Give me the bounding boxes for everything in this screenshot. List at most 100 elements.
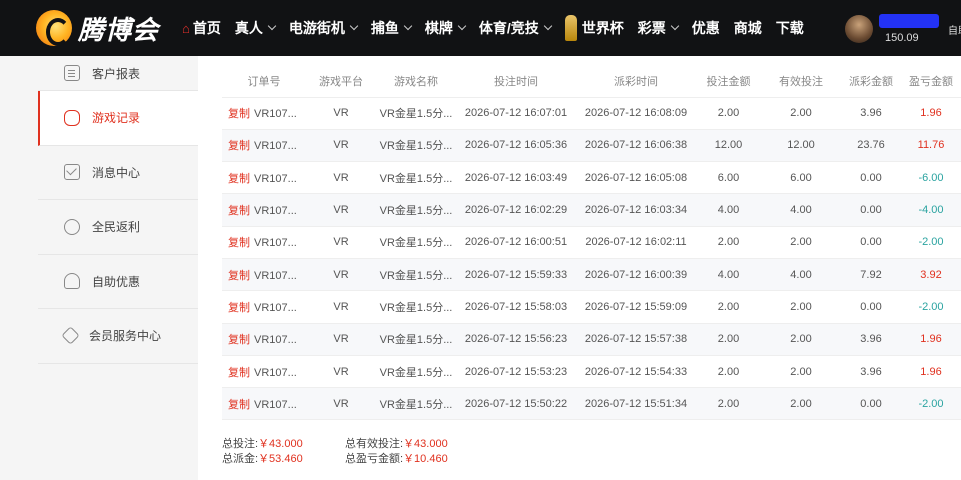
bet-time-cell: 2026-07-12 16:00:51 <box>456 226 576 259</box>
sidebar-item-4[interactable]: 自助优惠 <box>38 254 198 309</box>
table-row: 复制 VR107... VR VR金星1.5分... 2026-07-12 16:03:… <box>222 161 961 195</box>
game-records-panel: 订单号 游戏平台 游戏名称 投注时间 派彩时间 投注金额 有效投注 派彩金额 盈亏金额 复制 VR… <box>198 56 961 480</box>
table-row: 复制 VR107... VR VR金星1.5分... 2026-07-12 16:05:… <box>222 129 961 163</box>
valid-cell: 12.00 <box>761 129 841 163</box>
nav-item-5[interactable]: 体育/竞技 <box>479 18 552 38</box>
order-number: VR107... <box>254 398 297 411</box>
game-cell: VR金星1.5分... <box>376 129 456 163</box>
copy-button[interactable]: 复制 <box>228 270 250 282</box>
bet-time-cell: 2026-07-12 15:59:33 <box>456 258 576 292</box>
nav-item-3[interactable]: 捕鱼 <box>371 18 413 38</box>
bet-cell: 12.00 <box>696 129 761 163</box>
nav-item-10[interactable]: 下载 <box>776 18 804 38</box>
game-cell: VR金星1.5分... <box>376 226 456 259</box>
nav-item-8[interactable]: 优惠 <box>692 18 720 38</box>
table-row: 复制 VR107... VR VR金星1.5分... 2026-07-12 15:53:… <box>222 355 961 389</box>
game-cell: VR金星1.5分... <box>376 387 456 421</box>
sidebar-item-0[interactable]: 客户报表 <box>38 56 198 91</box>
copy-button[interactable]: 复制 <box>228 173 250 185</box>
profit-cell: -6.00 <box>901 161 961 195</box>
nav-item-7[interactable]: 彩票 <box>637 18 679 38</box>
profit-cell: 1.96 <box>901 323 961 356</box>
game-cell: VR金星1.5分... <box>376 290 456 324</box>
copy-button[interactable]: 复制 <box>228 334 250 346</box>
order-number: VR107... <box>254 301 297 314</box>
table-row: 复制 VR107... VR VR金星1.5分... 2026-07-12 15:56:… <box>222 323 961 356</box>
order-number: VR107... <box>254 140 297 153</box>
home-icon: ⌂ <box>182 20 190 36</box>
nav-item-4[interactable]: 棋牌 <box>425 18 467 38</box>
nav-item-1[interactable]: 真人 <box>235 18 277 38</box>
chevron-down-icon <box>403 21 413 31</box>
brand-logo[interactable]: 腾博会 <box>36 8 166 48</box>
bet-time-cell: 2026-07-12 16:07:01 <box>456 97 576 130</box>
nav-item-2[interactable]: 电游街机 <box>289 18 359 38</box>
nav-item-9[interactable]: 商城 <box>734 18 762 38</box>
chevron-down-icon <box>457 21 467 31</box>
sidebar-item-1[interactable]: 游戏记录 <box>38 91 198 146</box>
copy-button[interactable]: 复制 <box>228 205 250 217</box>
copy-button[interactable]: 复制 <box>228 140 250 152</box>
user-info: 150.09 <box>879 14 939 44</box>
nav-item-0[interactable]: ⌂ 首页 <box>182 18 221 38</box>
payout-time-cell: 2026-07-12 15:59:09 <box>576 290 696 324</box>
order-number: VR107... <box>254 237 297 250</box>
bet-cell: 2.00 <box>696 355 761 389</box>
copy-button[interactable]: 复制 <box>228 302 250 314</box>
copy-button[interactable]: 复制 <box>228 399 250 411</box>
column-header: 投注时间 <box>456 65 576 98</box>
table-row: 复制 VR107... VR VR金星1.5分... 2026-07-12 16:00:… <box>222 226 961 259</box>
copy-button[interactable]: 复制 <box>228 367 250 379</box>
order-cell: 复制 VR107... <box>222 387 306 421</box>
chevron-down-icon <box>670 21 679 31</box>
sidebar-item-3[interactable]: 全民返利 <box>38 200 198 255</box>
nav-label: 彩票 <box>637 20 666 36</box>
document-icon <box>64 65 80 81</box>
copy-button[interactable]: 复制 <box>228 108 250 120</box>
sidebar-item-label: 消息中心 <box>92 165 141 180</box>
sidebar-item-2[interactable]: 消息中心 <box>38 145 198 200</box>
user-panel[interactable]: 150.09 <box>845 12 939 46</box>
avatar[interactable] <box>845 15 873 43</box>
copy-button[interactable]: 复制 <box>228 237 250 249</box>
column-header: 投注金额 <box>696 65 761 98</box>
sidebar-item-label: 客户报表 <box>92 66 141 81</box>
game-cell: VR金星1.5分... <box>376 355 456 389</box>
profit-cell: 3.92 <box>901 258 961 292</box>
game-cell: VR金星1.5分... <box>376 97 456 130</box>
order-cell: 复制 VR107... <box>222 290 306 324</box>
payout-cell: 23.76 <box>841 129 901 163</box>
nav-item-6[interactable]: 世界杯 <box>564 15 624 41</box>
brand-name: 腾博会 <box>78 15 160 46</box>
bet-cell: 2.00 <box>696 387 761 421</box>
profit-cell: -2.00 <box>901 290 961 324</box>
sidebar-item-label: 全民返利 <box>92 220 141 235</box>
game-cell: VR金星1.5分... <box>376 258 456 292</box>
main-nav: ⌂ 首页 真人 电游街机 捕鱼 棋牌 体育/竞技 世界杯 彩票 优惠 商城 下载 <box>182 0 818 56</box>
payout-cell: 3.96 <box>841 355 901 389</box>
platform-cell: VR <box>306 258 376 292</box>
payout-time-cell: 2026-07-12 15:51:34 <box>576 387 696 421</box>
total-profit: 总盈亏金额:￥10.460 <box>345 452 448 465</box>
valid-cell: 2.00 <box>761 323 841 356</box>
order-cell: 复制 VR107... <box>222 355 306 389</box>
platform-cell: VR <box>306 193 376 227</box>
bet-time-cell: 2026-07-12 16:05:36 <box>456 129 576 163</box>
platform-cell: VR <box>306 129 376 163</box>
column-header: 游戏名称 <box>376 65 456 98</box>
mail-icon <box>64 164 80 181</box>
payout-cell: 0.00 <box>841 161 901 195</box>
rebate-icon <box>64 218 80 235</box>
trophy-icon <box>564 15 577 41</box>
self-service-link[interactable]: 自助 <box>948 22 961 37</box>
nav-label: 首页 <box>192 20 221 36</box>
platform-cell: VR <box>306 355 376 389</box>
payout-cell: 7.92 <box>841 258 901 292</box>
bet-time-cell: 2026-07-12 16:02:29 <box>456 193 576 227</box>
table-row: 复制 VR107... VR VR金星1.5分... 2026-07-12 15:50:… <box>222 387 961 421</box>
sidebar-item-5[interactable]: 会员服务中心 <box>38 309 198 364</box>
bet-time-cell: 2026-07-12 15:53:23 <box>456 355 576 389</box>
platform-cell: VR <box>306 161 376 195</box>
payout-cell: 3.96 <box>841 97 901 130</box>
payout-time-cell: 2026-07-12 16:08:09 <box>576 97 696 130</box>
